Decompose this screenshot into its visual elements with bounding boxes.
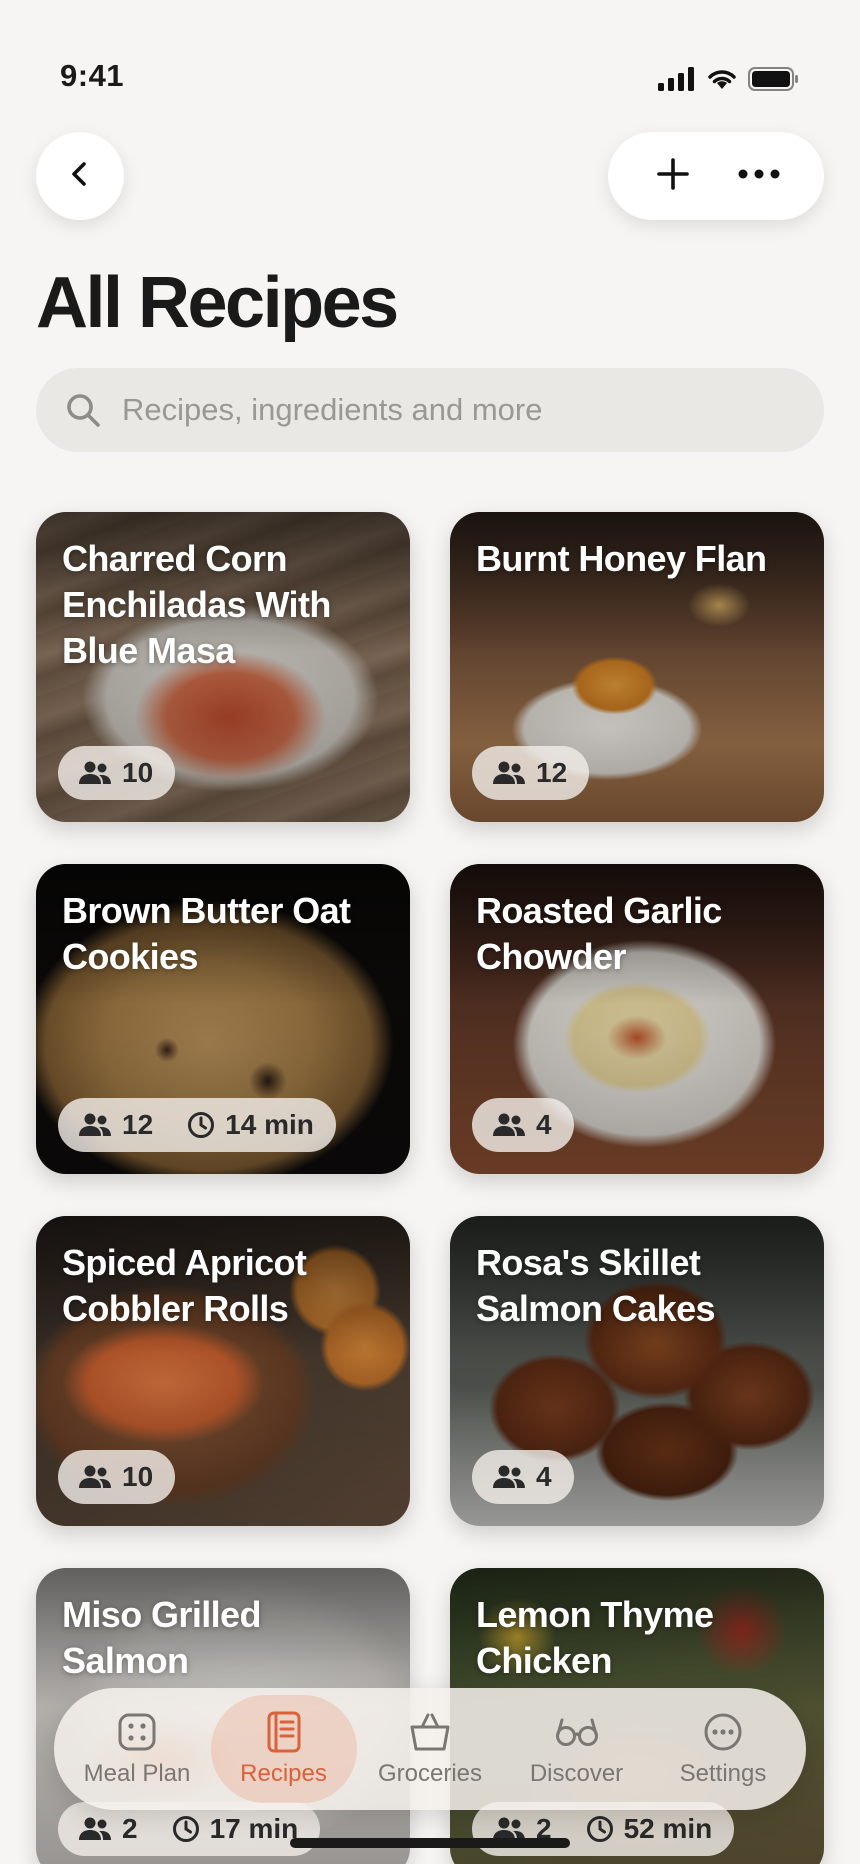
- recipe-title: Burnt Honey Flan: [476, 538, 767, 579]
- servings-count: 2: [122, 1813, 138, 1844]
- servings-count: 10: [122, 757, 154, 788]
- recipe-card[interactable]: Rosa's Skillet Salmon Cakes 4: [450, 1216, 824, 1526]
- tab-label: Groceries: [377, 1760, 483, 1787]
- header-actions: [608, 132, 824, 220]
- recipe-card[interactable]: Brown Butter Oat Cookies 12 14 min: [36, 864, 410, 1174]
- meal-plan-icon: [116, 1710, 158, 1754]
- recipe-meta: 2 17 min: [58, 1802, 321, 1856]
- cook-time: 14 min: [225, 1109, 314, 1140]
- recipe-meta: 10: [58, 746, 176, 800]
- tab-label: Meal Plan: [83, 1760, 191, 1787]
- tab-recipes[interactable]: Recipes: [210, 1695, 357, 1803]
- servings-count: 4: [536, 1109, 552, 1140]
- back-button[interactable]: [36, 132, 124, 220]
- chevron-left-icon: [65, 159, 95, 194]
- recipe-meta: 12 14 min: [58, 1098, 336, 1152]
- search-bar[interactable]: [36, 368, 824, 452]
- recipe-title: Charred Corn Enchiladas With Blue Masa: [62, 538, 331, 671]
- search-icon: [64, 390, 104, 430]
- recipe-title: Rosa's Skillet Salmon Cakes: [476, 1242, 716, 1329]
- recipe-title: Miso Grilled Salmon: [62, 1594, 261, 1681]
- recipe-title: Spiced Apricot Cobbler Rolls: [62, 1242, 307, 1329]
- basket-icon: [408, 1710, 452, 1754]
- home-indicator[interactable]: [290, 1838, 570, 1848]
- servings-icon: [492, 1112, 526, 1138]
- servings-count: 12: [122, 1109, 154, 1140]
- recipe-card[interactable]: Roasted Garlic Chowder 4: [450, 864, 824, 1174]
- recipe-meta: 10: [58, 1450, 176, 1504]
- clock-icon: [187, 1111, 215, 1139]
- cook-time: 52 min: [623, 1813, 713, 1844]
- recipe-card[interactable]: Spiced Apricot Cobbler Rolls 10: [36, 1216, 410, 1526]
- servings-count: 10: [122, 1461, 154, 1492]
- search-input[interactable]: [122, 392, 802, 428]
- servings-icon: [78, 1816, 112, 1842]
- servings-count: 4: [536, 1461, 552, 1492]
- recipe-card[interactable]: Burnt Honey Flan 12: [450, 512, 824, 822]
- clock-icon: [172, 1815, 200, 1843]
- page-title: All Recipes: [36, 263, 399, 343]
- servings-icon: [492, 1464, 526, 1490]
- servings-icon: [492, 760, 526, 786]
- recipe-card[interactable]: Charred Corn Enchiladas With Blue Masa 1…: [36, 512, 410, 822]
- glasses-icon: [554, 1710, 600, 1754]
- tab-bar: Meal Plan Recipes Groceries Discover Set…: [54, 1688, 806, 1810]
- recipe-grid: Charred Corn Enchiladas With Blue Masa 1…: [36, 512, 824, 1864]
- battery-icon: [748, 66, 800, 92]
- tab-meal-plan[interactable]: Meal Plan: [64, 1695, 210, 1803]
- more-button[interactable]: [724, 141, 794, 211]
- status-time: 9:41: [60, 58, 125, 93]
- wifi-icon: [706, 67, 738, 91]
- recipe-meta: 4: [472, 1098, 574, 1152]
- signal-icon: [658, 67, 696, 91]
- recipe-title: Roasted Garlic Chowder: [476, 890, 722, 977]
- servings-icon: [78, 760, 112, 786]
- status-icons: [658, 66, 800, 92]
- tab-groceries[interactable]: Groceries: [357, 1695, 503, 1803]
- servings-count: 12: [536, 757, 568, 788]
- recipe-title: Lemon Thyme Chicken: [476, 1594, 714, 1681]
- tab-label: Settings: [679, 1760, 767, 1787]
- ellipsis-circle-icon: [702, 1710, 744, 1754]
- tab-label: Discover: [529, 1760, 624, 1787]
- servings-icon: [78, 1112, 112, 1138]
- status-bar: 9:41: [0, 0, 860, 130]
- tab-discover[interactable]: Discover: [504, 1695, 650, 1803]
- recipes-icon: [264, 1710, 304, 1754]
- recipes-screen: 9:41 All Recipes Recipes, ingredients an…: [0, 0, 860, 1864]
- plus-icon: [655, 156, 691, 197]
- clock-icon: [586, 1815, 614, 1843]
- recipe-meta: 4: [472, 1450, 574, 1504]
- recipe-meta: 12: [472, 746, 590, 800]
- servings-icon: [78, 1464, 112, 1490]
- tab-settings[interactable]: Settings: [650, 1695, 796, 1803]
- add-recipe-button[interactable]: [638, 141, 708, 211]
- ellipsis-icon: [737, 167, 781, 185]
- recipe-title: Brown Butter Oat Cookies: [62, 890, 351, 977]
- tab-label: Recipes: [240, 1760, 327, 1787]
- cook-time: 17 min: [209, 1813, 299, 1844]
